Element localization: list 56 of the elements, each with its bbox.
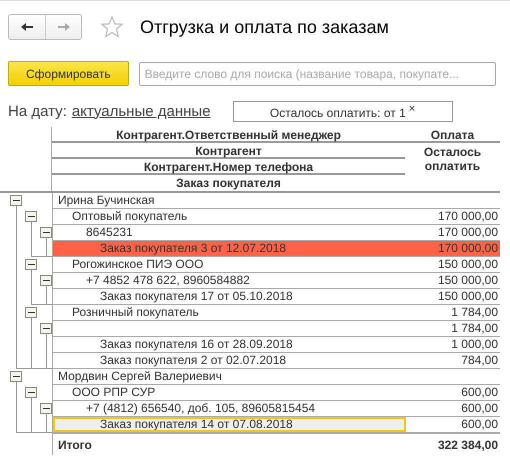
table-cell[interactable]: Ирина Бучинская <box>53 193 406 208</box>
collapse-icon[interactable] <box>25 387 37 398</box>
column-header: Осталось оплатить <box>422 144 482 175</box>
back-arrow-icon <box>20 22 34 32</box>
column-header: Контрагент.Номер телефона <box>52 159 405 175</box>
column-header: Контрагент <box>52 143 405 159</box>
table-cell-text: 170 000,00 <box>436 241 499 256</box>
collapse-icon[interactable] <box>10 195 22 206</box>
filter-field[interactable]: Осталось оплатить: от 1 × <box>232 100 453 122</box>
generate-button[interactable]: Сформировать <box>8 61 129 86</box>
table-cell[interactable]: ООО РПР СУР <box>53 385 406 400</box>
table-cell[interactable]: Заказ покупателя 17 от 05.10.2018 <box>53 289 406 304</box>
table-cell[interactable]: Мордвин Сергей Валериевич <box>53 369 406 384</box>
table-cell-text: 170 000,00 <box>436 209 499 224</box>
table-cell[interactable]: Розничный покупатель <box>53 305 406 320</box>
window-title: Отгрузка и оплата по заказам <box>140 16 389 38</box>
table-cell-text: 1 000,00 <box>450 337 499 352</box>
total-label: Итого <box>57 438 93 452</box>
collapse-icon[interactable] <box>10 371 22 382</box>
table-cell-text: 150 000,00 <box>436 273 499 288</box>
forward-arrow-icon <box>56 22 70 32</box>
table-cell-text: 1 784,00 <box>450 321 499 336</box>
table-cell[interactable]: Заказ покупателя 16 от 28.09.2018 <box>53 337 406 352</box>
table-cell-text: 600,00 <box>460 401 499 416</box>
table-cell[interactable]: Оптовый покупатель <box>53 209 406 224</box>
table-cell[interactable]: Рогожинское ПИЭ ООО <box>53 257 406 272</box>
collapse-icon[interactable] <box>40 227 52 238</box>
table-cell[interactable]: Заказ покупателя 3 от 12.07.2018 <box>53 241 406 256</box>
collapse-icon[interactable] <box>40 403 52 414</box>
table-cell-text: 600,00 <box>460 417 499 432</box>
collapse-icon[interactable] <box>25 307 37 318</box>
clear-filter-button[interactable]: × <box>408 102 416 114</box>
table-cell[interactable]: +7 (4812) 656540, доб. 105, 89605815454 <box>53 401 406 416</box>
date-link[interactable]: актуальные данные <box>72 102 211 120</box>
filter-label: Осталось оплатить: от 1 <box>270 106 406 120</box>
table-cell-text: 150 000,00 <box>436 257 499 272</box>
date-label: На дату: <box>8 102 67 120</box>
total-value: 322 384,00 <box>436 438 499 452</box>
table-cell[interactable]: 8645231 <box>53 225 406 240</box>
column-header: Оплата <box>405 127 500 143</box>
column-header: Контрагент.Ответственный менеджер <box>52 127 405 143</box>
table-cell-text: 170 000,00 <box>436 225 499 240</box>
collapse-icon[interactable] <box>40 323 52 334</box>
collapse-icon[interactable] <box>25 259 37 270</box>
collapse-icon[interactable] <box>40 275 52 286</box>
table-cell[interactable]: Заказ покупателя 2 от 02.07.2018 <box>53 353 406 368</box>
table-cell-text: 1 784,00 <box>450 305 499 320</box>
table-cell[interactable]: +7 4852 478 622, 8960584882 <box>53 273 406 288</box>
table-cell[interactable]: Заказ покупателя 14 от 07.08.2018 <box>53 417 406 432</box>
column-header: Заказ покупателя <box>175 175 282 191</box>
search-field[interactable]: Введите слово для поиска (название товара, покупате... <box>138 62 496 86</box>
table-cell-text: 784,00 <box>460 353 499 368</box>
star-icon[interactable] <box>100 15 124 39</box>
collapse-icon[interactable] <box>25 211 37 222</box>
table-cell-text: 150 000,00 <box>436 289 499 304</box>
table-cell-text: 600,00 <box>460 385 499 400</box>
